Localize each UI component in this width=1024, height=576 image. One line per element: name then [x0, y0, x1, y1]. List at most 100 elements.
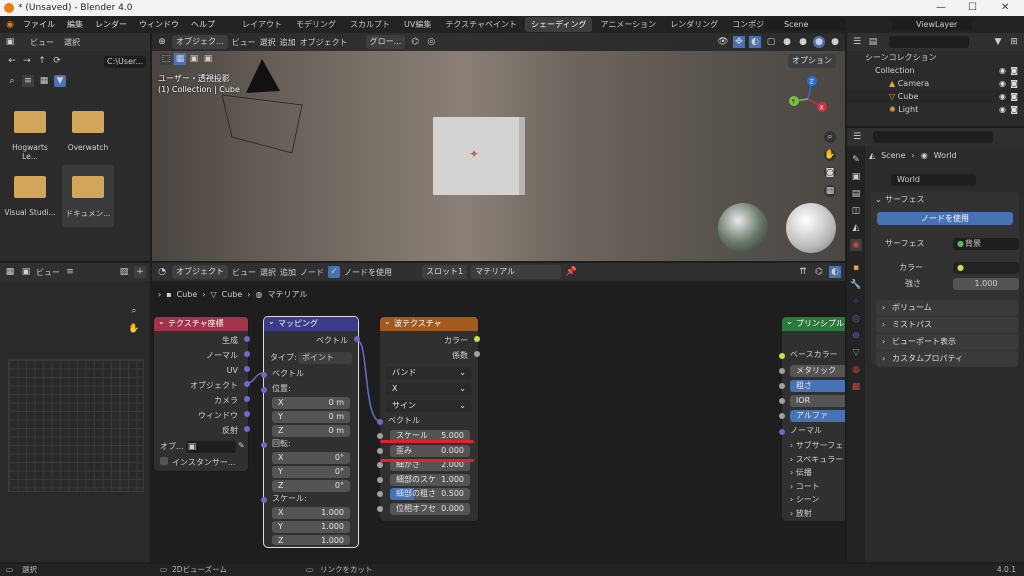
- wave-detail-roughness-field[interactable]: 細部の粗さ 0.500: [390, 488, 470, 500]
- subpanel-sheen[interactable]: › シーン: [790, 493, 843, 507]
- output-socket[interactable]: [244, 381, 250, 387]
- input-socket[interactable]: [261, 442, 267, 448]
- image-editor-icon[interactable]: ▦: [4, 266, 16, 278]
- color-swatch[interactable]: ●: [953, 262, 1019, 274]
- material-tab-icon[interactable]: ◍: [850, 364, 862, 376]
- properties-search[interactable]: [873, 131, 993, 143]
- subpanel-specular[interactable]: › スペキュラー: [790, 453, 843, 467]
- vp-menu-add[interactable]: 追加: [280, 37, 296, 48]
- properties-editor-icon[interactable]: ☰: [851, 131, 863, 143]
- instancer-checkbox[interactable]: インスタンサー...: [160, 457, 235, 469]
- wave-type-selector[interactable]: バンド ⌄: [386, 367, 472, 379]
- image-new-icon[interactable]: ▨: [118, 266, 130, 278]
- tool-tab-icon[interactable]: ✎: [850, 154, 862, 166]
- eyedropper-icon[interactable]: ✎: [238, 441, 245, 450]
- tab-animation[interactable]: アニメーション: [594, 17, 662, 32]
- vp-menu-view[interactable]: ビュー: [232, 37, 256, 48]
- viewlayer-selector[interactable]: ViewLayer: [892, 18, 972, 31]
- particles-tab-icon[interactable]: ⁘: [850, 296, 862, 308]
- render-tab-icon[interactable]: ▣: [850, 171, 862, 183]
- ior-field[interactable]: IOR: [790, 395, 845, 407]
- tab-sculpt[interactable]: スカルプト: [344, 17, 396, 32]
- output-tab-icon[interactable]: ▤: [850, 188, 862, 200]
- input-socket[interactable]: [377, 477, 383, 483]
- proportional-icon[interactable]: ◎: [425, 36, 437, 48]
- list-view-icon[interactable]: ≡: [22, 75, 34, 87]
- roughness-field[interactable]: 粗さ: [790, 380, 845, 392]
- outliner-search[interactable]: [889, 36, 969, 48]
- panel-custom-props[interactable]: カスタムプロパティ: [876, 351, 1018, 367]
- new-collection-icon[interactable]: ⊞: [1008, 36, 1020, 48]
- physics-tab-icon[interactable]: ◎: [850, 313, 862, 325]
- pan-hand-icon[interactable]: ✋: [128, 323, 140, 335]
- gizmo-icon[interactable]: ✥: [733, 36, 745, 48]
- shading-solid-icon[interactable]: ●: [797, 36, 809, 48]
- wave-phase-offset-field[interactable]: 位相オフセ 0.000: [390, 503, 470, 515]
- subpanel-coat[interactable]: › コート: [790, 480, 843, 494]
- type-selector[interactable]: ポイント: [298, 352, 352, 364]
- menu-render[interactable]: レンダー: [90, 16, 132, 33]
- camera-view-icon[interactable]: ◙: [824, 167, 836, 179]
- camera-render-icon[interactable]: ◙: [1010, 64, 1018, 77]
- input-socket[interactable]: [377, 419, 383, 425]
- location-y[interactable]: Y 0 m: [272, 411, 350, 423]
- location-x[interactable]: X 0 m: [272, 397, 350, 409]
- select-extend-icon[interactable]: ▣: [188, 53, 200, 65]
- node-texture-coordinate[interactable]: テクスチャ座標 生成 ノーマル UV オブジェクト カメラ ウィンドウ 反射 オ…: [154, 315, 250, 471]
- input-socket[interactable]: [779, 429, 785, 435]
- input-socket[interactable]: [261, 387, 267, 393]
- outliner-item-cube[interactable]: ▽ Cube ◉ ◙: [847, 90, 1024, 103]
- rotation-z[interactable]: Z 0°: [272, 480, 350, 492]
- fb-item[interactable]: Overwatch: [62, 111, 114, 161]
- close-button[interactable]: ✕: [1001, 0, 1009, 16]
- object-tab-icon[interactable]: ▪: [850, 262, 862, 274]
- fb-menu-view[interactable]: ビュー: [20, 37, 54, 48]
- surface-panel-header[interactable]: ⌄ サーフェス: [871, 192, 1019, 208]
- forward-icon[interactable]: →: [21, 55, 33, 67]
- xray-icon[interactable]: ▢: [765, 36, 777, 48]
- shading-rendered-icon[interactable]: ●: [829, 36, 841, 48]
- rotation-y[interactable]: Y 0°: [272, 466, 350, 478]
- scale-x[interactable]: X 1.000: [272, 507, 350, 519]
- input-socket[interactable]: [377, 506, 383, 512]
- minimize-button[interactable]: —: [936, 0, 946, 16]
- output-socket[interactable]: [474, 336, 480, 342]
- output-socket[interactable]: [354, 336, 360, 342]
- outliner-item-collection[interactable]: Collection ◉ ◙: [847, 64, 1024, 77]
- menu-icon[interactable]: ≡: [64, 266, 76, 278]
- output-socket[interactable]: [244, 426, 250, 432]
- metallic-field[interactable]: メタリック: [790, 365, 845, 377]
- display-mode-icon[interactable]: ▤: [867, 36, 879, 48]
- zoom-icon[interactable]: ⌕: [128, 305, 140, 317]
- input-socket[interactable]: [377, 448, 383, 454]
- editor-type-icon[interactable]: ⊕: [156, 36, 168, 48]
- filter-icon[interactable]: ▼: [992, 36, 1004, 48]
- input-socket[interactable]: [779, 383, 785, 389]
- modifier-tab-icon[interactable]: 🔧: [850, 279, 862, 291]
- rotation-x[interactable]: X 0°: [272, 452, 350, 464]
- pan-hand-icon[interactable]: ✋: [824, 149, 836, 161]
- mode-selector[interactable]: オブジェク...: [172, 35, 228, 49]
- zoom-icon[interactable]: ⌕: [824, 131, 836, 143]
- fb-item[interactable]: Hogwarts Le...: [4, 111, 56, 161]
- snap-icon[interactable]: ⌬: [409, 36, 421, 48]
- node-principled-bsdf[interactable]: プリンシプル ベースカラー メタリック 粗さ IOR アルファ ノーマル › サ…: [779, 315, 845, 521]
- select-box-icon[interactable]: ▦: [174, 53, 186, 65]
- eye-icon[interactable]: ◉: [999, 64, 1006, 77]
- subpanel-emission[interactable]: › 放射: [790, 507, 843, 521]
- world-selector[interactable]: World: [891, 174, 976, 186]
- viewlayer-tab-icon[interactable]: ◫: [850, 205, 862, 217]
- node-editor[interactable]: ◔ オブジェクト ビュー 選択 追加 ノード ✓ ノードを使用 スロット1 マテ…: [152, 263, 845, 562]
- outliner-item-light[interactable]: ✺ Light ◉ ◙: [847, 103, 1024, 116]
- refresh-icon[interactable]: ⟳: [51, 55, 63, 67]
- camera-object[interactable]: [212, 53, 312, 153]
- texture-tab-icon[interactable]: ▩: [850, 381, 862, 393]
- input-socket[interactable]: [779, 398, 785, 404]
- camera-render-icon[interactable]: ◙: [1010, 103, 1018, 116]
- panel-mist[interactable]: ミストパス: [876, 317, 1018, 333]
- eye-icon[interactable]: ◉: [999, 77, 1006, 90]
- output-socket[interactable]: [244, 336, 250, 342]
- maximize-button[interactable]: ☐: [968, 0, 977, 16]
- constraints-tab-icon[interactable]: ⊚: [850, 330, 862, 342]
- wave-axis-selector[interactable]: X ⌄: [386, 383, 472, 395]
